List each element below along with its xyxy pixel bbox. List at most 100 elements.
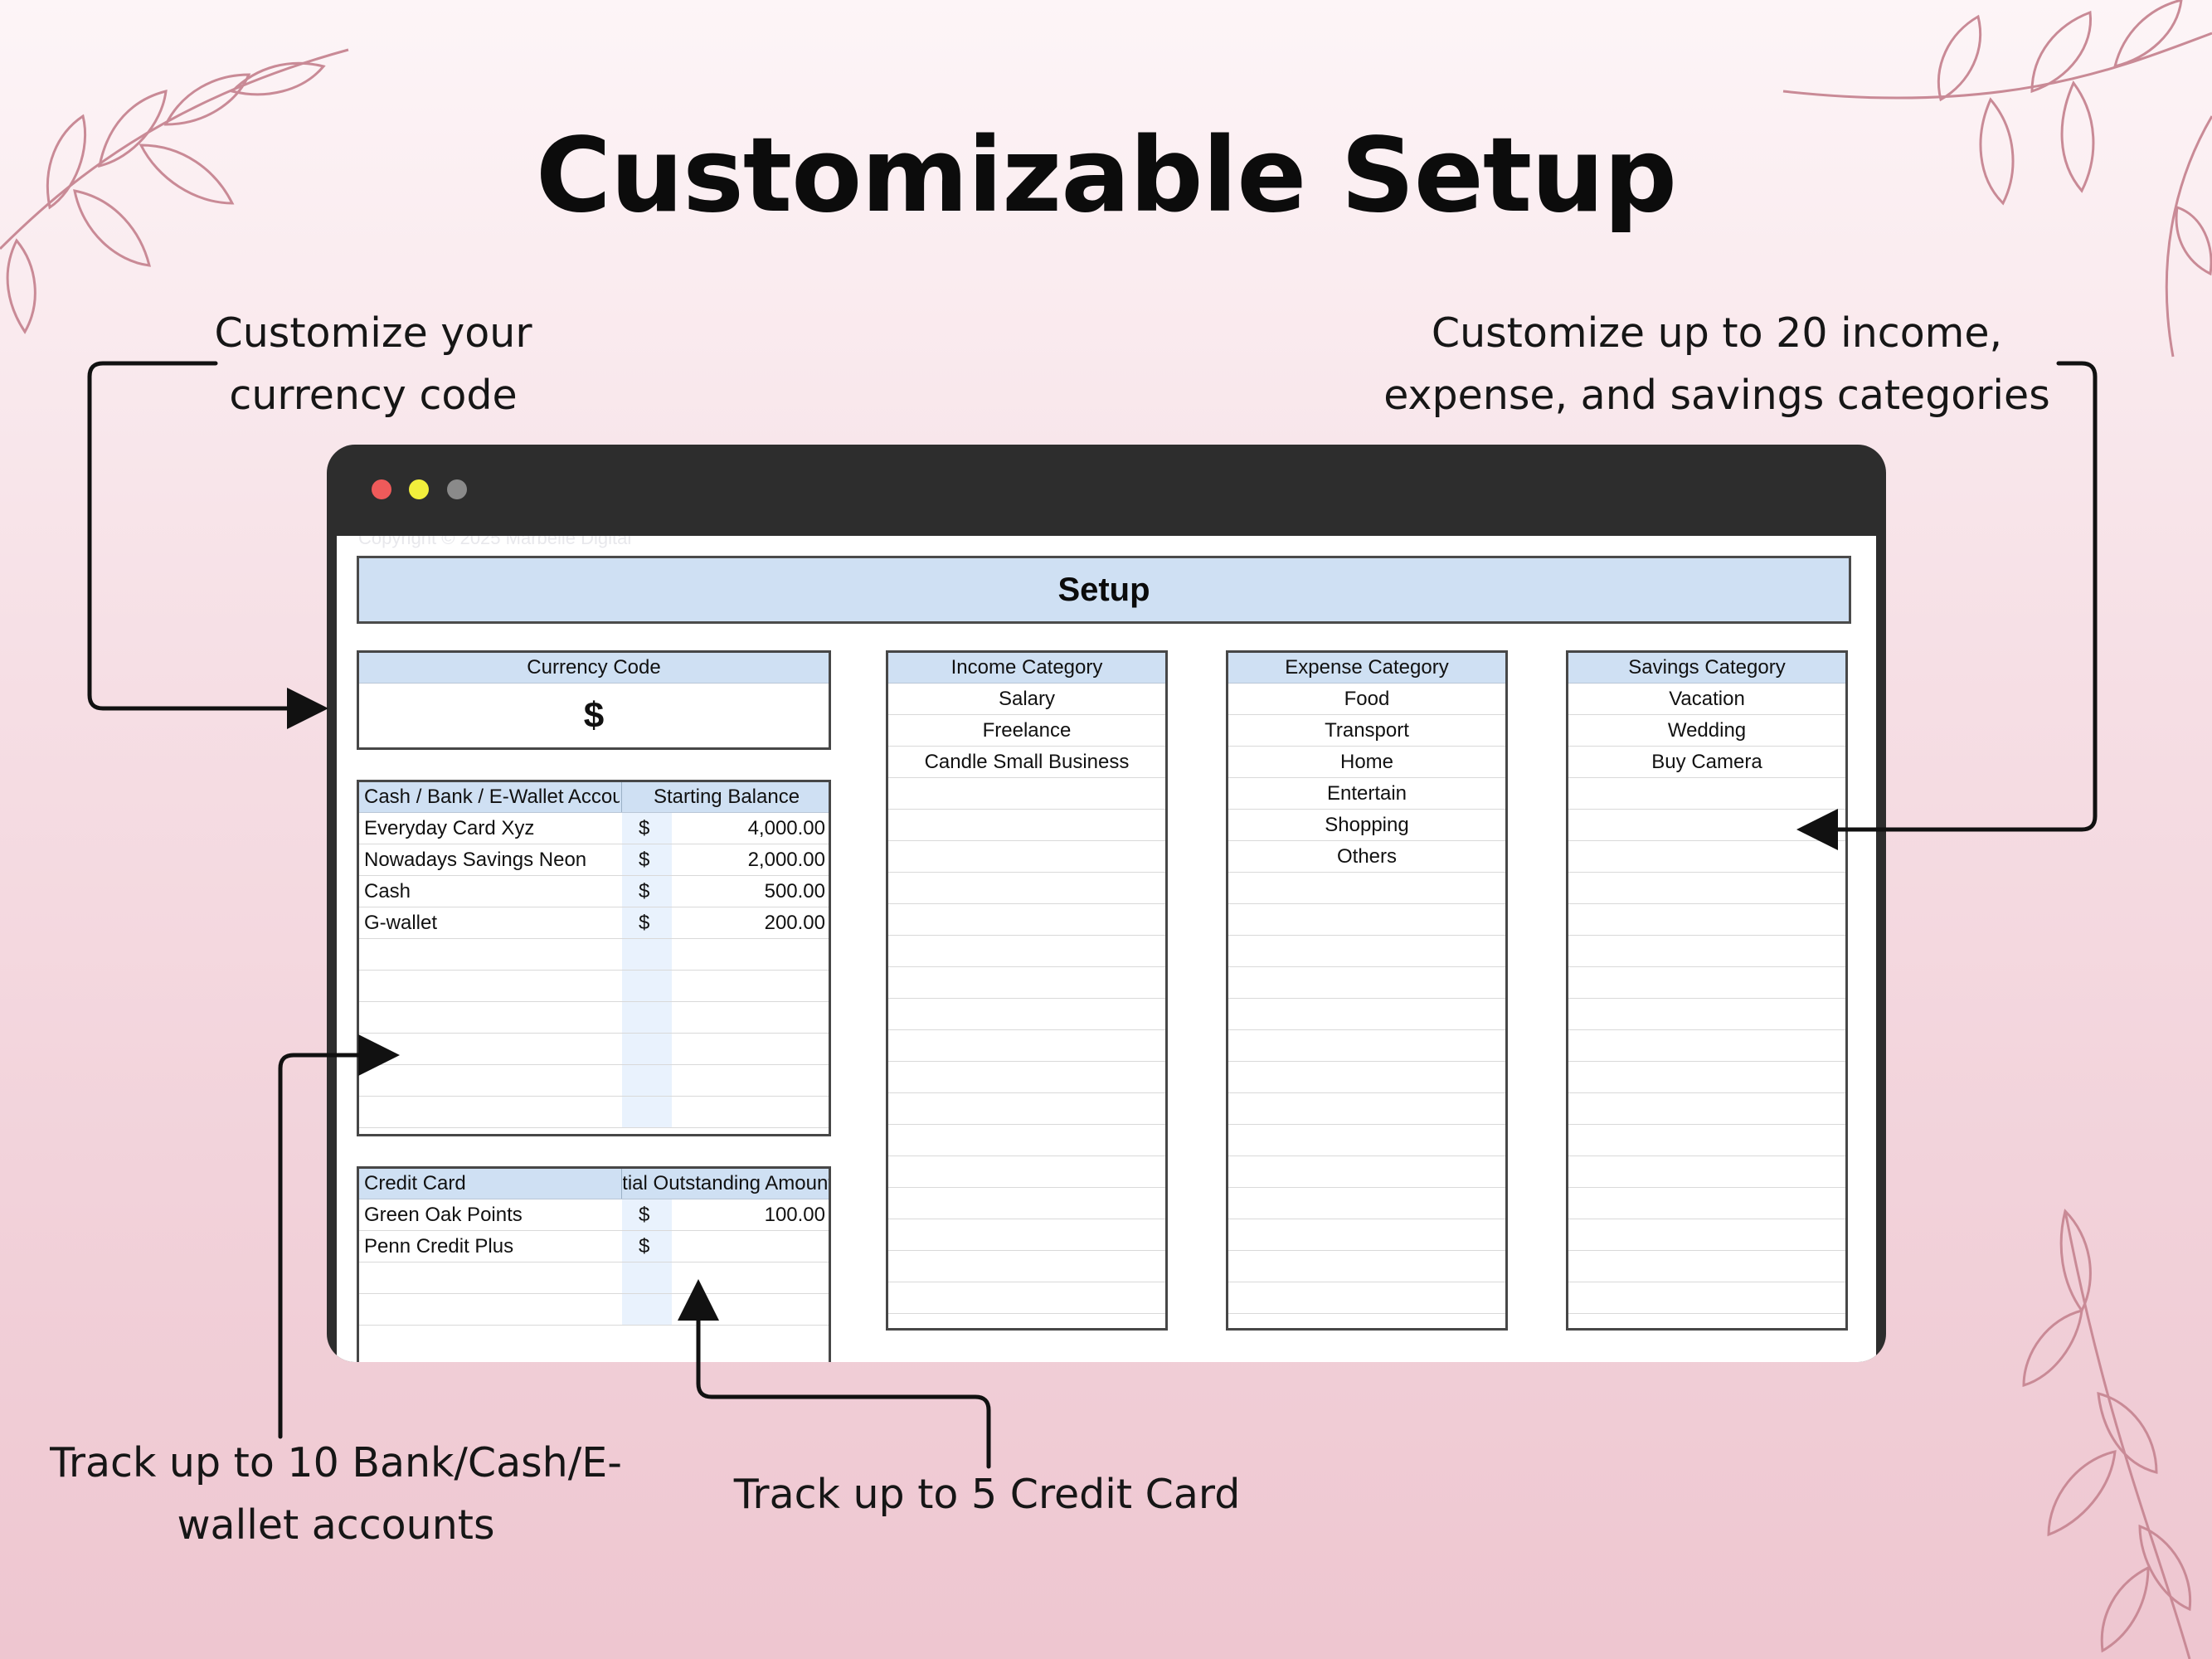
income-category-cell[interactable]: Salary (888, 684, 1165, 715)
income-category-cell[interactable] (888, 904, 1165, 936)
income-category-cell[interactable] (888, 873, 1165, 904)
income-category-cell[interactable] (888, 936, 1165, 967)
accounts-row[interactable] (359, 939, 829, 971)
expense-category-cell[interactable] (1228, 1156, 1505, 1188)
accounts-amount-cell[interactable]: 200.00 (765, 907, 825, 938)
expense-category-cell[interactable] (1228, 1282, 1505, 1314)
savings-category-cell[interactable] (1568, 1282, 1845, 1314)
currency-code-cell[interactable]: $ (359, 684, 829, 747)
savings-category-cell[interactable] (1568, 841, 1845, 873)
expense-category-cell[interactable] (1228, 1251, 1505, 1282)
credit_cards-row[interactable] (359, 1294, 829, 1326)
credit_cards-row[interactable]: Penn Credit Plus $ (359, 1231, 829, 1262)
income-category-cell[interactable] (888, 1125, 1165, 1156)
expense-category-cell[interactable] (1228, 1030, 1505, 1062)
income-category-cell[interactable] (888, 999, 1165, 1030)
savings-category-cell[interactable] (1568, 999, 1845, 1030)
accounts-name-cell[interactable]: Cash (364, 876, 613, 907)
accounts-row[interactable] (359, 1034, 829, 1065)
income-category-cell[interactable] (888, 778, 1165, 810)
income-category-cell[interactable]: Freelance (888, 715, 1165, 747)
savings-category-cell[interactable] (1568, 778, 1845, 810)
savings-category-cell[interactable] (1568, 1188, 1845, 1219)
accounts-amount-cell[interactable]: 500.00 (765, 876, 825, 907)
credit_cards-currency-cell (622, 1294, 672, 1325)
income-category-cell[interactable] (888, 1093, 1165, 1125)
accounts-row[interactable] (359, 1097, 829, 1128)
credit-card-header-amount: Initial Outstanding Amount (623, 1172, 831, 1194)
savings-category-cell[interactable]: Vacation (1568, 684, 1845, 715)
savings-category-cell[interactable]: Wedding (1568, 715, 1845, 747)
income-category-table: Income Category Salary Freelance Candle Sm… (886, 650, 1168, 1331)
accounts-currency-cell (622, 1097, 672, 1127)
income-category-cell[interactable] (888, 967, 1165, 999)
savings-category-cell[interactable] (1568, 936, 1845, 967)
income-category-cell[interactable] (888, 810, 1165, 841)
expense-category-cell[interactable] (1228, 1188, 1505, 1219)
expense-category-cell[interactable] (1228, 904, 1505, 936)
savings-category-cell[interactable] (1568, 1030, 1845, 1062)
income-category-cell[interactable] (888, 841, 1165, 873)
expense-category-cell[interactable] (1228, 1093, 1505, 1125)
expense-category-cell[interactable] (1228, 1219, 1505, 1251)
callout-credit: Track up to 5 Credit Card (713, 1463, 1261, 1525)
income-category-cell[interactable] (888, 1219, 1165, 1251)
zoom-window-button[interactable] (447, 479, 467, 499)
expense-category-cell[interactable]: Transport (1228, 715, 1505, 747)
expense-category-cell[interactable] (1228, 1062, 1505, 1093)
credit_cards-name-cell[interactable]: Penn Credit Plus (364, 1231, 613, 1262)
income-category-cell[interactable] (888, 1282, 1165, 1314)
accounts-amount-cell[interactable]: 2,000.00 (748, 844, 825, 875)
income-category-cell[interactable] (888, 1188, 1165, 1219)
savings-category-cell[interactable] (1568, 1219, 1845, 1251)
credit_cards-amount-cell[interactable]: 100.00 (765, 1199, 825, 1230)
expense-category-cell[interactable] (1228, 999, 1505, 1030)
accounts-currency-symbol: $ (639, 912, 650, 934)
accounts-name-cell[interactable]: Nowadays Savings Neon (364, 844, 613, 875)
savings-category-cell[interactable] (1568, 873, 1845, 904)
minimize-window-button[interactable] (409, 479, 429, 499)
savings-category-cell[interactable] (1568, 967, 1845, 999)
accounts-row[interactable]: Cash $500.00 (359, 876, 829, 907)
accounts-name-cell[interactable]: Everyday Card Xyz (364, 813, 613, 844)
savings-category-header: Savings Category (1568, 653, 1845, 684)
accounts-row[interactable]: G-wallet $200.00 (359, 907, 829, 939)
credit-card-header-row: Credit Card Initial Outstanding Amount (359, 1169, 829, 1199)
credit_cards-row[interactable]: Green Oak Points $100.00 (359, 1199, 829, 1231)
income-category-header: Income Category (888, 653, 1165, 684)
income-category-cell[interactable] (888, 1062, 1165, 1093)
savings-category-cell[interactable] (1568, 1251, 1845, 1282)
expense-category-cell[interactable]: Shopping (1228, 810, 1505, 841)
expense-category-cell[interactable]: Home (1228, 747, 1505, 778)
close-window-button[interactable] (372, 479, 391, 499)
expense-category-cell[interactable]: Food (1228, 684, 1505, 715)
credit_cards-currency-cell: $ (622, 1199, 672, 1230)
savings-category-cell[interactable]: Buy Camera (1568, 747, 1845, 778)
app-window: Copyright © 2025 Marbelle Digital Setup … (327, 445, 1886, 1362)
savings-category-cell[interactable] (1568, 810, 1845, 841)
credit_cards-name-cell[interactable]: Green Oak Points (364, 1199, 613, 1230)
income-category-cell[interactable] (888, 1030, 1165, 1062)
accounts-row[interactable]: Nowadays Savings Neon $2,000.00 (359, 844, 829, 876)
savings-category-cell[interactable] (1568, 1062, 1845, 1093)
expense-category-cell[interactable] (1228, 1125, 1505, 1156)
credit_cards-row[interactable] (359, 1262, 829, 1294)
expense-category-cell[interactable]: Entertain (1228, 778, 1505, 810)
income-category-cell[interactable] (888, 1156, 1165, 1188)
accounts-amount-cell[interactable]: 4,000.00 (748, 813, 825, 844)
expense-category-cell[interactable] (1228, 967, 1505, 999)
accounts-row[interactable] (359, 971, 829, 1002)
income-category-cell[interactable]: Candle Small Business (888, 747, 1165, 778)
savings-category-cell[interactable] (1568, 1125, 1845, 1156)
accounts-row[interactable] (359, 1065, 829, 1097)
savings-category-cell[interactable] (1568, 904, 1845, 936)
expense-category-cell[interactable] (1228, 873, 1505, 904)
accounts-row[interactable] (359, 1002, 829, 1034)
savings-category-cell[interactable] (1568, 1093, 1845, 1125)
accounts-row[interactable]: Everyday Card Xyz $4,000.00 (359, 813, 829, 844)
accounts-name-cell[interactable]: G-wallet (364, 907, 613, 938)
income-category-cell[interactable] (888, 1251, 1165, 1282)
savings-category-cell[interactable] (1568, 1156, 1845, 1188)
expense-category-cell[interactable] (1228, 936, 1505, 967)
expense-category-cell[interactable]: Others (1228, 841, 1505, 873)
